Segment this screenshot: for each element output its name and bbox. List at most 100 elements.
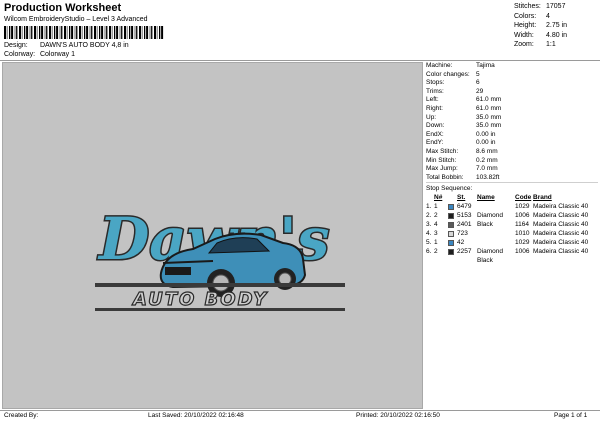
seq-name: Diamond Black <box>477 248 504 265</box>
colorway-row: Colorway: Colorway 1 <box>4 51 75 58</box>
color-swatch <box>448 212 454 219</box>
seq-code: 1029 <box>515 239 530 247</box>
info-row: Stops: 6 <box>426 79 598 88</box>
info-label: Trims: <box>426 87 444 95</box>
summary-row: Zoom: 1:1 <box>514 41 556 48</box>
created-by: Created By: <box>4 412 39 419</box>
color-swatch <box>448 203 454 210</box>
info-divider <box>426 182 598 184</box>
info-row: Min Stitch: 0.2 mm <box>426 157 598 166</box>
info-label: Max Jump: <box>426 165 458 173</box>
header-divider <box>0 60 600 61</box>
color-swatch <box>448 221 454 228</box>
info-value: 5 <box>476 70 480 78</box>
design-value: DAWN'S AUTO BODY 4,8 in <box>39 42 129 49</box>
info-row: Total Bobbin: 103.82ft <box>426 174 598 183</box>
info-value: 61.0 mm <box>476 96 502 104</box>
barcode <box>4 26 164 39</box>
info-row: Color changes: 5 <box>426 71 598 80</box>
page-number: Page 1 of 1 <box>554 412 588 419</box>
seq-index: 6. <box>426 248 432 256</box>
seq-name <box>477 202 515 211</box>
seq-brand: Madeira Classic 40 <box>533 203 589 211</box>
seq-needle: 3 <box>434 230 438 238</box>
printed-date: Printed: 20/10/2022 02:16:50 <box>356 412 440 419</box>
footer-divider <box>0 410 600 411</box>
colorway-label: Colorway: <box>4 51 36 58</box>
colorway-value: Colorway 1 <box>39 51 75 58</box>
info-label: EndX: <box>426 130 444 138</box>
design-summary: Stitches: 17057 Colors: 4 Height: 2.75 in W… <box>514 2 598 50</box>
stop-sequence-row: 5. 1 42 1029 Madeira Classic 40 <box>426 238 598 247</box>
seq-needle: 1 <box>434 203 438 211</box>
info-row: EndY: 0.00 in <box>426 139 598 148</box>
seq-brand: Madeira Classic 40 <box>533 212 589 220</box>
info-label: Stops: <box>426 79 445 87</box>
seq-stitches: 42 <box>457 239 465 247</box>
col-code: Code <box>515 194 532 202</box>
info-label: Total Bobbin: <box>426 173 464 181</box>
info-value: 6 <box>476 79 480 87</box>
info-label: Right: <box>426 104 443 112</box>
info-value: 0.2 mm <box>476 156 498 164</box>
seq-stitches: 723 <box>457 230 468 238</box>
color-swatch <box>448 248 454 255</box>
seq-index: 3. <box>426 221 432 229</box>
seq-index: 4. <box>426 230 432 238</box>
info-label: Left: <box>426 96 439 104</box>
seq-needle: 4 <box>434 221 438 229</box>
page-title: Production Worksheet <box>4 2 122 14</box>
upper-rule <box>95 283 345 287</box>
info-label: Down: <box>426 122 445 130</box>
seq-needle: 1 <box>434 239 438 247</box>
col-stitches: St. <box>457 194 466 202</box>
info-value: 35.0 mm <box>476 113 502 121</box>
seq-needle: 2 <box>434 248 438 256</box>
seq-brand: Madeira Classic 40 <box>533 230 589 238</box>
seq-stitches: 6479 <box>457 203 472 211</box>
seq-name <box>477 238 515 247</box>
col-brand: Brand <box>533 194 552 202</box>
seq-brand: Madeira Classic 40 <box>533 239 589 247</box>
info-label: Machine: <box>426 62 453 69</box>
seq-name <box>477 220 515 229</box>
info-value: 35.0 mm <box>476 122 502 130</box>
stop-sequence-row: 4. 3 723 1010 Madeira Classic 40 <box>426 229 598 238</box>
seq-stitches: 5153 <box>457 212 472 220</box>
seq-brand: Madeira Classic 40 <box>533 221 589 229</box>
col-number: N# <box>434 194 443 202</box>
stop-sequence-row: 6. 2 2257 Diamond Black 1006 Madeira Classic … <box>426 247 598 265</box>
stop-sequence-title: Stop Sequence: <box>426 185 473 193</box>
info-value: 0.00 in <box>476 130 496 138</box>
info-row: Up: 35.0 mm <box>426 114 598 123</box>
info-label: Min Stitch: <box>426 156 457 164</box>
stop-sequence-row: 1. 1 6479 1029 Madeira Classic 40 <box>426 202 598 211</box>
info-row: Max Stitch: 8.6 mm <box>426 148 598 157</box>
info-label: Max Stitch: <box>426 147 459 155</box>
info-value: Tajima <box>476 62 495 69</box>
stop-sequence-row: 3. 4 2401 1164 Madeira Classic 40 <box>426 220 598 229</box>
info-label: Up: <box>426 113 437 121</box>
summary-row: Colors: 4 <box>514 12 550 20</box>
info-row: EndX: 0.00 in <box>426 131 598 140</box>
info-value: 0.00 in <box>476 139 496 147</box>
info-value: 103.82ft <box>476 173 500 181</box>
info-row: Max Jump: 7.0 mm <box>426 165 598 174</box>
info-row: Down: 35.0 mm <box>426 122 598 131</box>
summary-row: Width: 4.80 in <box>514 31 568 39</box>
design-row: Design: DAWN'S AUTO BODY 4,8 in <box>4 42 129 49</box>
seq-code: 1164 <box>515 221 529 229</box>
seq-name: Diamond Black <box>477 212 504 229</box>
info-label: Color changes: <box>426 70 470 78</box>
logo-subtitle: AUTO BODY <box>131 289 268 310</box>
seq-code: 1029 <box>515 203 530 211</box>
seq-brand: Madeira Classic 40 <box>533 248 589 256</box>
info-label: EndY: <box>426 139 444 147</box>
info-value: 29 <box>476 87 484 95</box>
summary-row: Stitches: 17057 <box>514 3 566 10</box>
machine-info-panel: Machine: Tajima Color changes: 5 Stops: 6 Trim… <box>426 62 598 265</box>
design-label: Design: <box>4 42 28 49</box>
seq-stitches: 2401 <box>457 221 472 229</box>
embroidery-artwork: Dawn's AUTO BODY <box>95 204 345 311</box>
info-row: Right: 61.0 mm <box>426 105 598 114</box>
